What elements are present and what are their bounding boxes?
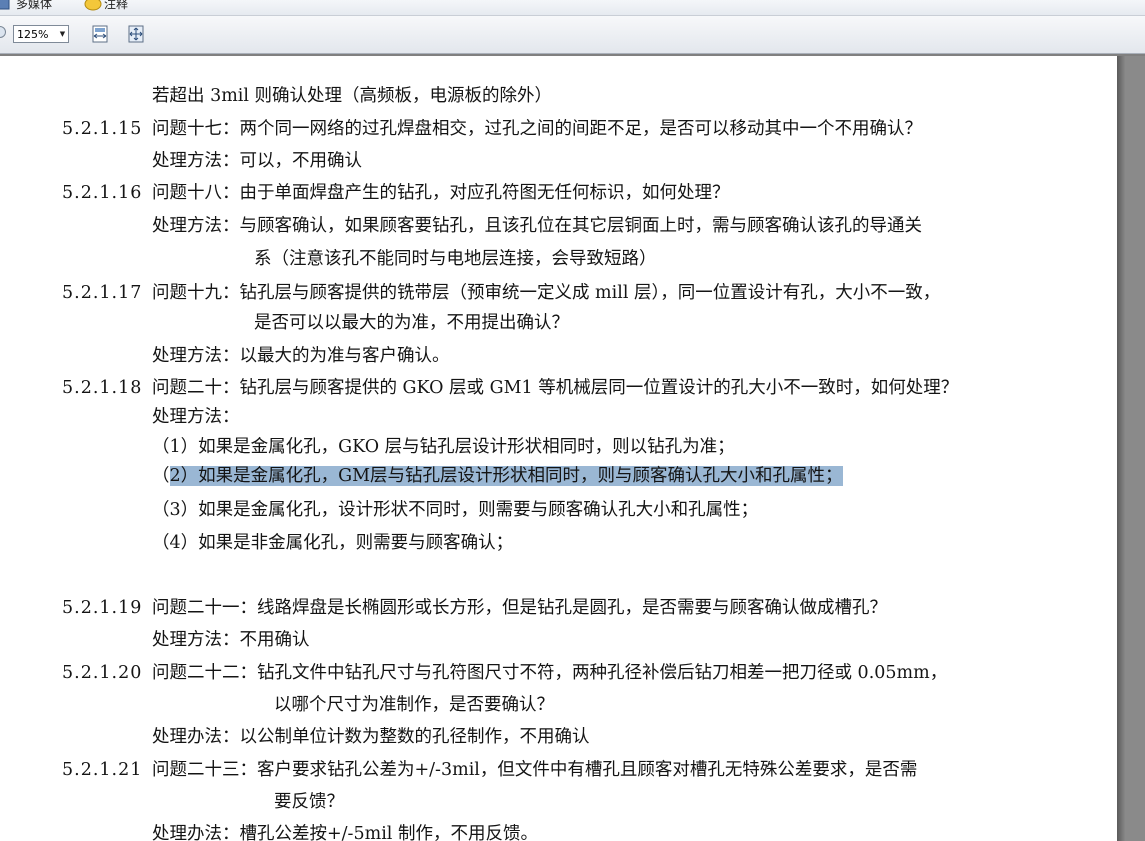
document-page: 若超出 3mil 则确认处理（高频板，电源板的除外） 5.2.1.15 问题十七…	[0, 56, 1117, 841]
section-number: 5.2.1.17	[62, 283, 143, 303]
menu-bar: 多媒体 注释	[0, 0, 1145, 16]
text-selection: 2）如果是金属化孔，GM层与钻孔层设计形状相同时，则与顾客确认孔大小和孔属性；	[169, 466, 843, 486]
toolbar: 125% ▼	[0, 16, 1145, 54]
answer-item: （3）如果是金属化孔，设计形状不同时，则需要与顾客确认孔大小和孔属性；	[152, 500, 759, 520]
answer-line: 处理办法：以公制单位计数为整数的孔径制作，不用确认	[152, 727, 590, 747]
menu-label-multimedia: 多媒体	[16, 0, 53, 11]
fit-page-icon	[128, 25, 144, 43]
question-line: 问题十七：两个同一网络的过孔焊盘相交，过孔之间的间距不足，是否可以移动其中一个不…	[152, 119, 922, 139]
question-line: 问题二十二：钻孔文件中钻孔尺寸与孔符图尺寸不符，两种孔径补偿后钻刀相差一把刀径或…	[152, 663, 948, 683]
chevron-down-icon[interactable]: ▼	[57, 26, 68, 42]
doc-line: 若超出 3mil 则确认处理（高频板，电源板的除外）	[152, 86, 553, 106]
answer-line: 处理办法：槽孔公差按+/-5mil 制作，不用反馈。	[152, 824, 538, 841]
fit-width-icon	[92, 25, 108, 43]
section-number: 5.2.1.20	[62, 663, 143, 683]
question-line: 问题十八：由于单面焊盘产生的钻孔，对应孔符图无任何标识，如何处理？	[152, 183, 730, 203]
menu-label-comment: 注释	[104, 0, 129, 11]
answer-line-cont: 系（注意该孔不能同时与电地层连接，会导致短路）	[254, 249, 657, 269]
menu-item-comment[interactable]: 注释	[84, 0, 128, 12]
menu-item-multimedia[interactable]: 多媒体	[0, 0, 52, 12]
fit-page-button[interactable]	[126, 24, 146, 44]
section-number: 5.2.1.19	[62, 598, 143, 618]
answer-line: 处理方法：可以，不用确认	[152, 151, 362, 171]
text-unselected: （	[152, 466, 170, 486]
answer-line: 处理方法：不用确认	[152, 630, 310, 650]
page-margin	[1117, 56, 1145, 841]
zoom-value: 125%	[17, 27, 49, 41]
answer-line: 处理方法：与顾客确认，如果顾客要钻孔，且该孔位在其它层铜面上时，需与顾客确认该孔…	[152, 216, 922, 236]
question-line-cont: 是否可以以最大的为准，不用提出确认？	[254, 313, 569, 333]
zoom-out-icon[interactable]	[0, 26, 6, 38]
answer-item-selected[interactable]: （2）如果是金属化孔，GM层与钻孔层设计形状相同时，则与顾客确认孔大小和孔属性；	[152, 465, 843, 487]
comment-icon	[84, 0, 102, 11]
zoom-select[interactable]: 125% ▼	[13, 25, 69, 43]
question-line-cont: 要反馈？	[274, 792, 344, 812]
section-number: 5.2.1.15	[62, 119, 143, 139]
section-number: 5.2.1.21	[62, 760, 143, 780]
answer-item: （1）如果是金属化孔，GKO 层与钻孔层设计形状相同时，则以钻孔为准；	[152, 437, 735, 457]
multimedia-icon	[0, 0, 10, 11]
question-line: 问题十九：钻孔层与顾客提供的铣带层（预审统一定义成 mill 层），同一位置设计…	[152, 283, 941, 303]
section-number: 5.2.1.18	[62, 378, 143, 398]
section-number: 5.2.1.16	[62, 183, 143, 203]
fit-width-button[interactable]	[90, 24, 110, 44]
question-line: 问题二十一：线路焊盘是长椭圆形或长方形，但是钻孔是圆孔，是否需要与顾客确认做成槽…	[152, 598, 887, 618]
question-line: 问题二十：钻孔层与顾客提供的 GKO 层或 GM1 等机械层同一位置设计的孔大小…	[152, 378, 959, 398]
answer-line: 处理方法：以最大的为准与客户确认。	[152, 346, 450, 366]
question-line: 问题二十三：客户要求钻孔公差为+/-3mil，但文件中有槽孔且顾客对槽孔无特殊公…	[152, 760, 918, 780]
answer-line: 处理方法：	[152, 407, 240, 427]
answer-item: （4）如果是非金属化孔，则需要与顾客确认；	[152, 533, 514, 553]
question-line-cont: 以哪个尺寸为准制作，是否要确认？	[274, 695, 554, 715]
